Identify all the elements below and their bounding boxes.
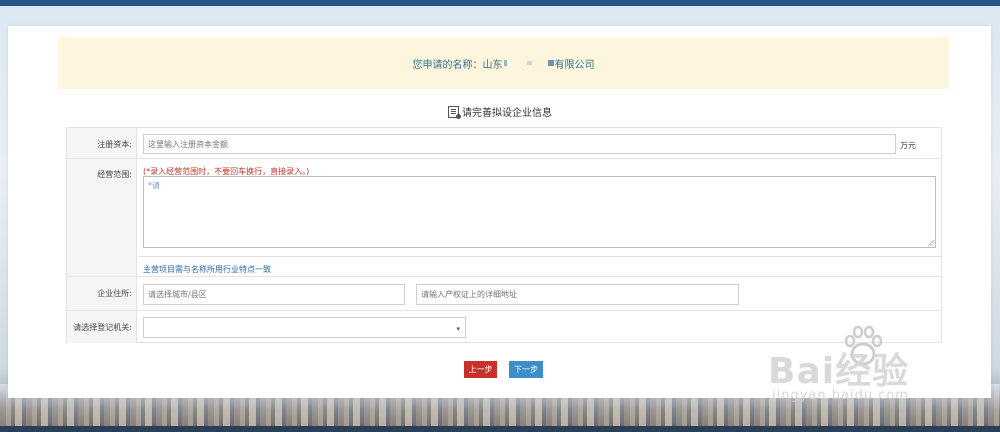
top-bar — [0, 0, 1000, 6]
business-scope-text: *请 — [148, 181, 160, 190]
enterprise-info-form: 注册资本: 万元 经营范围: (*录入经营范围时，不要回车换行，直接录入。) *… — [66, 127, 942, 343]
baidu-jingyan-watermark: Bai经验 jingyan.baidu.com — [768, 322, 968, 412]
bottom-bar — [0, 426, 1000, 432]
address-row: 企业住所: — [67, 277, 941, 311]
authority-select[interactable]: ▾ — [143, 317, 466, 338]
business-scope-row: 经营范围: (*录入经营范围时，不要回车换行，直接录入。) *请 主营项目需与名… — [67, 159, 941, 277]
section-title-text: 请完善拟设企业信息 — [462, 108, 552, 119]
capital-unit: 万元 — [900, 141, 916, 150]
capital-label: 注册资本: — [67, 128, 137, 158]
application-name-banner: 您申请的名称：山东 有限公司 — [58, 37, 949, 89]
redacted-mark — [526, 61, 532, 65]
capital-input[interactable] — [143, 134, 896, 154]
section-title: 请完善拟设企业信息 — [0, 104, 1000, 119]
capital-row: 注册资本: 万元 — [67, 128, 941, 159]
redacted-mark — [503, 60, 507, 66]
watermark-url: jingyan.baidu.com — [772, 388, 909, 403]
business-scope-note: 主营项目需与名称所用行业特点一致 — [143, 265, 271, 274]
city-select-input[interactable] — [143, 284, 405, 305]
document-edit-icon — [448, 106, 461, 119]
banner-name-prefix: 您申请的名称：山东 — [412, 59, 503, 71]
previous-step-button[interactable]: 上一步 — [464, 361, 497, 378]
business-scope-textarea[interactable]: *请 — [143, 176, 936, 248]
redacted-mark — [547, 60, 554, 66]
business-scope-label: 经营范围: — [67, 159, 137, 276]
next-step-button[interactable]: 下一步 — [509, 361, 543, 378]
chevron-down-icon: ▾ — [456, 325, 460, 333]
redacted-space — [532, 58, 547, 68]
scope-divider — [138, 256, 941, 257]
resize-handle-icon[interactable] — [928, 240, 934, 246]
banner-name-suffix: 有限公司 — [554, 59, 595, 71]
watermark-brand: Bai经验 — [768, 351, 910, 392]
authority-label: 请选择登记机关: — [67, 311, 137, 343]
address-label: 企业住所: — [67, 277, 137, 310]
redacted-space — [507, 58, 526, 68]
detail-address-input[interactable] — [416, 284, 739, 305]
